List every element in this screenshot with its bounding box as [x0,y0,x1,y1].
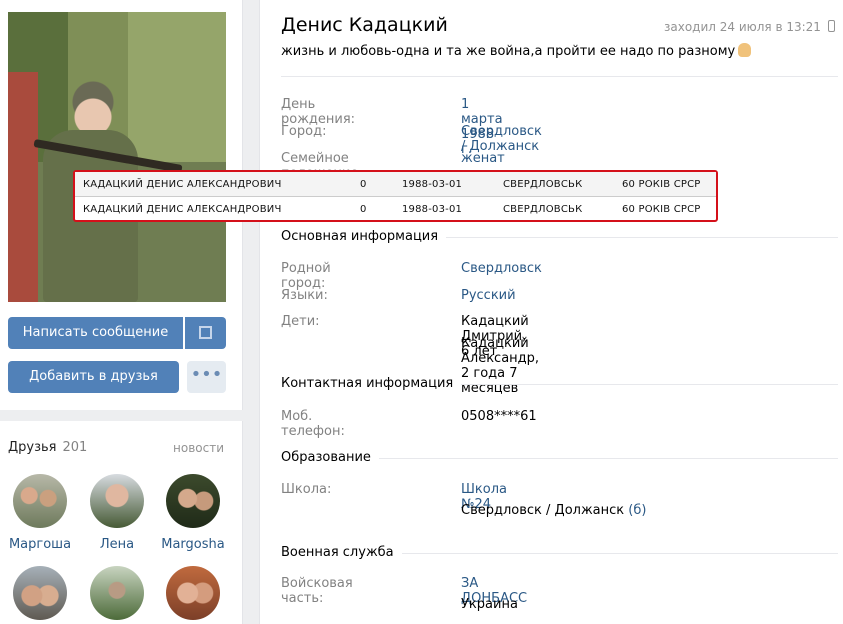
hometown-label: Родной город: [281,261,331,291]
friend-avatar [166,566,220,620]
photo-wall [8,72,38,302]
languages-label: Языки: [281,288,328,303]
add-friend-button[interactable]: Добавить в друзья [8,361,179,393]
child-2: Кадацкий Александр, 2 года 7 месяцев [461,336,540,396]
registry-overlay-table: КАДАЦКИЙ ДЕНИС АЛЕКСАНДРОВИЧ 0 1988-03-0… [73,170,718,222]
military-section-title[interactable]: Военная служба [281,545,402,560]
registry-region: 60 РОКІВ СРСР [622,204,701,215]
friend-item[interactable] [82,566,152,620]
city-label: Город: [281,124,327,139]
profile-name: Денис Кадацкий [281,14,448,36]
registry-number: 0 [360,204,367,215]
section-divider [440,237,838,238]
city-value[interactable]: Свердловск / Должанск [461,124,542,154]
registry-name: КАДАЦКИЙ ДЕНИС АЛЕКСАНДРОВИЧ [83,204,282,215]
friends-title[interactable]: Друзья 201 [8,440,87,455]
school-city-text: Свердловск / Должанск [461,503,625,518]
country-value: Украина [461,597,518,612]
education-section-title[interactable]: Образование [281,450,379,465]
registry-number: 0 [360,179,367,190]
school-label: Школа: [281,482,332,497]
registry-city: СВЕРДЛОВСЬК [503,179,583,190]
school-class[interactable]: (б) [628,503,646,518]
registry-date: 1988-03-01 [402,204,463,215]
friend-item[interactable]: Лена [82,474,152,552]
basic-info-section-title[interactable]: Основная информация [281,229,447,244]
hand-emoji-icon [738,43,752,57]
family-value[interactable]: женат [461,151,505,166]
friend-item[interactable]: Margosha [158,474,228,552]
status-text: жизнь и любовь-одна и та же война,а прой… [281,44,736,59]
birthday-label: День рождения: [281,97,356,127]
friend-avatar [166,474,220,528]
mobile-icon [828,20,835,32]
friend-name: Лена [99,537,135,552]
header-divider [281,76,838,77]
friend-avatar [90,474,144,528]
school-city: Свердловск / Должанск (б) [461,503,646,518]
send-message-button[interactable]: Написать сообщение [8,317,183,349]
registry-date: 1988-03-01 [402,179,463,190]
languages-value[interactable]: Русский [461,288,516,303]
friend-avatar [90,566,144,620]
hometown-value[interactable]: Свердловск [461,261,542,276]
friend-item[interactable] [5,566,75,620]
phone-value: 0508****61 [461,409,537,424]
send-gift-button[interactable] [185,317,226,349]
friends-count: 201 [62,440,88,455]
children-label: Дети: [281,314,320,329]
gift-icon [199,326,212,339]
more-actions-button[interactable]: ••• [187,361,226,393]
registry-name: КАДАЦКИЙ ДЕНИС АЛЕКСАНДРОВИЧ [83,179,282,190]
table-row: КАДАЦКИЙ ДЕНИС АЛЕКСАНДРОВИЧ 0 1988-03-0… [75,197,716,221]
friends-news-link[interactable]: новости [173,441,224,455]
friend-name: Маргоша [8,537,72,552]
unit-label: Войсковая часть: [281,576,353,606]
friend-avatar [13,566,67,620]
profile-photo[interactable] [8,12,226,302]
last-seen: заходил 24 июля в 13:21 [664,20,821,34]
registry-city: СВЕРДЛОВСЬК [503,204,583,215]
contacts-section-title[interactable]: Контактная информация [281,376,462,391]
friend-item[interactable]: Маргоша [5,474,75,552]
profile-status: жизнь и любовь-одна и та же война,а прой… [281,43,752,59]
friend-name: Margosha [161,537,225,552]
section-divider [373,458,838,459]
section-divider [452,384,838,385]
profile-main [259,0,843,624]
section-divider [392,553,838,554]
friend-item[interactable] [158,566,228,620]
registry-region: 60 РОКІВ СРСР [622,179,701,190]
friends-title-label: Друзья [8,440,57,455]
phone-label: Моб. телефон: [281,409,345,439]
friend-avatar [13,474,67,528]
table-row: КАДАЦКИЙ ДЕНИС АЛЕКСАНДРОВИЧ 0 1988-03-0… [75,172,716,197]
